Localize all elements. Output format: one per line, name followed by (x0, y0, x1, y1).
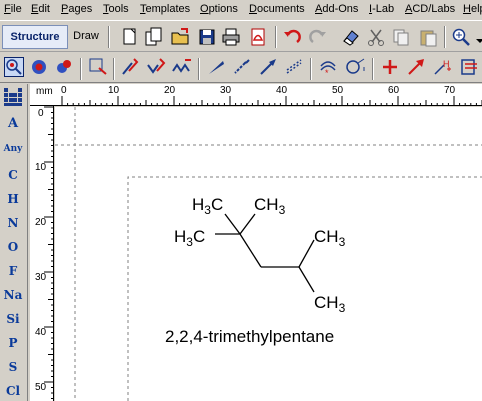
redo-icon[interactable] (308, 27, 328, 47)
vertical-ruler: 0 10 20 30 40 50 (30, 106, 54, 401)
chemsketch-window: File Edit Pages Tools Templates Options … (0, 0, 482, 401)
arrow-bond-icon[interactable] (258, 57, 278, 77)
open-folder-icon[interactable] (170, 27, 190, 47)
ruler-ticks (44, 106, 54, 399)
bond (298, 266, 315, 293)
cut-icon[interactable] (366, 27, 386, 47)
toolbar-separator (444, 26, 446, 48)
add-charge-icon[interactable] (380, 57, 400, 77)
menu-bar: File Edit Pages Tools Templates Options … (0, 0, 482, 20)
dropdown-arrow-icon[interactable] (470, 27, 482, 47)
eraser-icon[interactable] (340, 27, 360, 47)
select-rectangle-icon[interactable] (88, 57, 108, 77)
toolbar-separator (113, 58, 115, 80)
element-palette: A Any C H N O F Na Si P S Cl (0, 84, 28, 401)
menu-tools[interactable]: Tools (103, 3, 129, 15)
menu-documents[interactable]: Documents (249, 3, 305, 15)
menu-options[interactable]: Options (200, 3, 238, 15)
element-p-button[interactable]: P (0, 336, 26, 350)
atom-label-h3c: H3C (174, 227, 205, 249)
atom-label-h3c: H3C (192, 195, 223, 217)
horizontal-ruler: mm 0 10 20 30 40 50 60 70 (30, 84, 482, 106)
main-toolbar: Structure Draw (0, 20, 482, 52)
bond (239, 233, 262, 268)
rotate-3d-icon[interactable] (29, 57, 49, 77)
print-icon[interactable] (221, 27, 241, 47)
select-fragment-icon[interactable] (54, 57, 74, 77)
element-c-button[interactable]: C (0, 168, 26, 182)
paste-icon[interactable] (418, 27, 438, 47)
atom-map-icon[interactable] (344, 57, 365, 77)
reaction-center-icon[interactable]: * (318, 57, 338, 78)
element-o-button[interactable]: O (0, 240, 26, 254)
hatched-bond-icon[interactable] (284, 57, 304, 77)
element-f-button[interactable]: F (0, 264, 26, 278)
wedge-bond-icon[interactable] (206, 57, 226, 77)
element-n-button[interactable]: N (0, 216, 26, 230)
zoom-icon[interactable] (451, 27, 471, 47)
menu-pages[interactable]: Pages (61, 3, 92, 15)
element-a-button[interactable]: A (0, 116, 26, 131)
atom-label-ch3: CH3 (314, 227, 346, 249)
selection-frame (127, 176, 482, 401)
select-move-icon[interactable] (4, 57, 24, 77)
tab-draw[interactable]: Draw (70, 25, 102, 49)
add-atom-label-icon[interactable]: H (432, 57, 452, 77)
atom-label-ch3: CH3 (254, 195, 286, 217)
drawing-canvas[interactable]: H3C CH3 H3C CH3 CH3 2,2,4-trimethylpenta… (55, 107, 482, 401)
menu-templates[interactable]: Templates (140, 3, 190, 15)
menu-file[interactable]: File (4, 3, 22, 15)
bond (224, 213, 241, 235)
molecule-structure[interactable]: H3C CH3 H3C CH3 CH3 (174, 195, 346, 315)
toolbar-separator (310, 58, 312, 80)
bond (298, 239, 315, 268)
save-icon[interactable] (197, 27, 217, 47)
menu-addons[interactable]: Add-Ons (315, 3, 358, 15)
element-s-button[interactable]: S (0, 360, 26, 374)
svg-text:*: * (325, 68, 329, 77)
toolbar-separator (372, 58, 374, 80)
ruler-ticks (61, 96, 482, 106)
atom-label-ch3: CH3 (314, 293, 346, 315)
arrange-icon[interactable] (459, 57, 479, 77)
duplicate-page-icon[interactable] (144, 27, 164, 47)
periodic-table-icon[interactable] (3, 87, 23, 107)
toolbar-separator (275, 26, 277, 48)
hashed-bond-icon[interactable] (231, 57, 251, 77)
element-h-button[interactable]: H (0, 192, 26, 206)
draw-zigzag-chain-icon[interactable] (172, 57, 192, 77)
new-page-icon[interactable] (120, 27, 140, 47)
menu-ilab[interactable]: I-Lab (369, 3, 394, 15)
menu-acdlabs[interactable]: ACD/Labs (405, 3, 455, 15)
toolbar-separator (198, 58, 200, 80)
copy-icon[interactable] (391, 27, 411, 47)
draw-bond-icon[interactable] (120, 57, 140, 77)
undo-icon[interactable] (282, 27, 302, 47)
element-cl-button[interactable]: Cl (0, 384, 26, 398)
toolbar-separator (80, 58, 82, 80)
element-si-button[interactable]: Si (0, 312, 26, 326)
reaction-arrow-icon[interactable] (406, 57, 426, 77)
bond (239, 213, 256, 235)
draw-chain-icon[interactable] (146, 57, 166, 77)
tab-structure[interactable]: Structure (2, 25, 68, 49)
compound-name-label[interactable]: 2,2,4-trimethylpentane (165, 327, 334, 346)
element-na-button[interactable]: Na (0, 288, 26, 302)
menu-edit[interactable]: Edit (31, 3, 50, 15)
pdf-export-icon[interactable] (248, 27, 268, 47)
drawing-toolbar: * H (0, 53, 482, 83)
toolbar-separator (108, 26, 110, 48)
element-any-button[interactable]: Any (0, 144, 26, 154)
menu-help[interactable]: Help (463, 3, 482, 15)
